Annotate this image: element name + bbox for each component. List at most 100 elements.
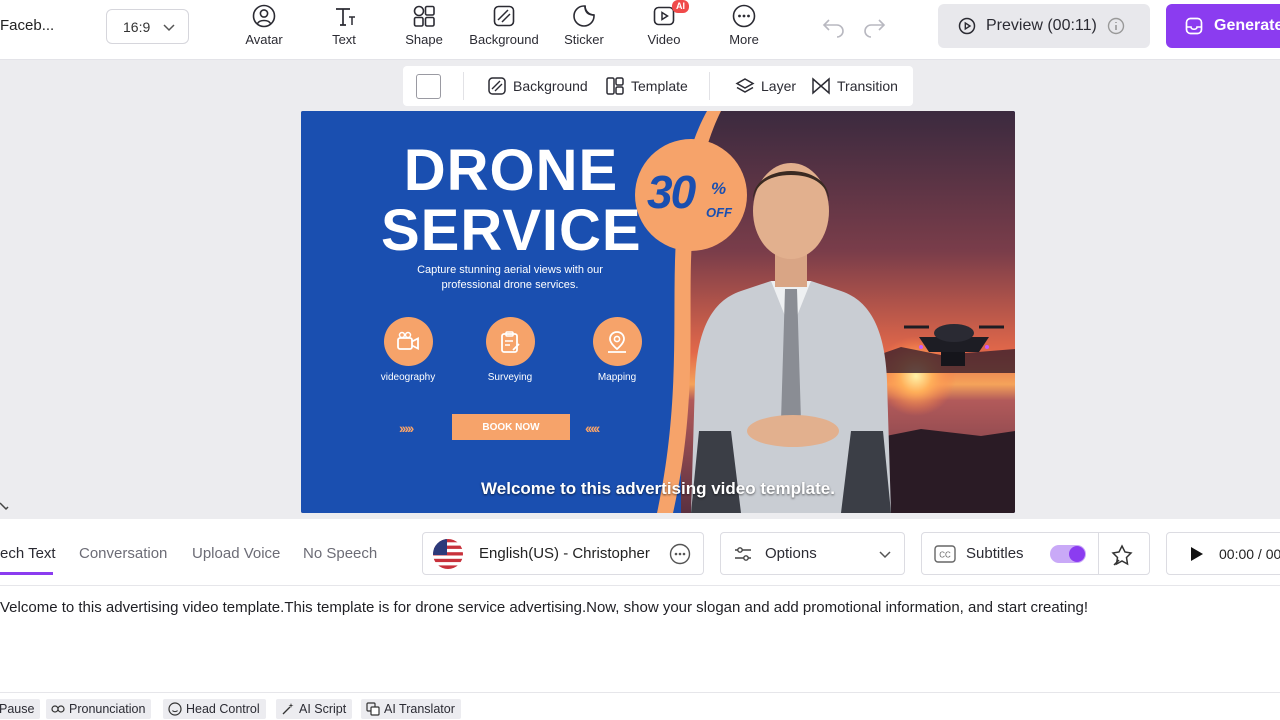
more-icon (732, 4, 756, 28)
svg-text:CC: CC (939, 550, 951, 559)
tool-background[interactable]: Background (464, 2, 544, 52)
shape-icon (413, 5, 435, 27)
info-icon[interactable] (1107, 17, 1125, 35)
pronunciation-button[interactable]: Pronunciation (46, 699, 152, 719)
pronunciation-icon (51, 705, 65, 713)
transition-label: Transition (837, 78, 898, 94)
undo-icon[interactable] (821, 14, 847, 38)
play-icon[interactable] (1187, 545, 1205, 563)
smile-icon (168, 702, 182, 716)
service-label: videography (380, 372, 436, 383)
subtitles-label: Subtitles (966, 545, 1024, 562)
head-control-label: Head Control (186, 702, 260, 716)
presenter-avatar[interactable] (671, 131, 911, 513)
tool-label: Text (332, 32, 356, 47)
divider (0, 692, 1280, 693)
surveying-circle (485, 317, 535, 366)
layers-icon (735, 78, 755, 93)
magic-pin-icon[interactable] (1110, 543, 1134, 567)
ai-script-button[interactable]: AI Script (276, 699, 353, 719)
top-toolbar: Faceb... 16:9 Avatar Text Shape Backgrou… (0, 0, 1280, 60)
tool-text[interactable]: Text (304, 2, 384, 52)
tool-shape[interactable]: Shape (384, 2, 464, 52)
pause-button[interactable]: Pause (0, 699, 41, 719)
mapping-circle (592, 317, 642, 366)
template-icon (606, 77, 624, 95)
tool-label: Avatar (245, 32, 283, 47)
canvas-background-button[interactable]: Background (487, 76, 588, 96)
chevrons-left: ››››› (399, 420, 414, 436)
project-title[interactable]: Faceb... (0, 17, 54, 34)
video-caption[interactable]: Welcome to this advertising video templa… (301, 479, 1015, 499)
chevron-down-icon (163, 24, 175, 32)
headline-line-1: DRONE (403, 138, 619, 203)
canvas-background-label: Background (513, 78, 588, 94)
template-button[interactable]: Template (605, 76, 688, 96)
tool-label: Background (469, 32, 539, 47)
tab-conversation[interactable]: Conversation (79, 545, 167, 562)
layer-label: Layer (761, 78, 797, 94)
service-surveying[interactable]: Surveying (470, 317, 550, 383)
subtitles-control: CC Subtitles (921, 532, 1150, 575)
generate-label: Generate (1214, 17, 1280, 34)
template-label: Template (631, 78, 688, 94)
pronunciation-label: Pronunciation (69, 702, 146, 716)
us-flag-icon (433, 538, 463, 569)
chevron-down-icon (879, 551, 891, 559)
background-icon (488, 77, 506, 95)
transition-icon (812, 77, 830, 95)
service-label: Mapping (597, 372, 637, 383)
pause-label: Pause (0, 702, 35, 716)
divider (709, 72, 710, 100)
sticker-icon (573, 5, 595, 27)
generate-button[interactable]: Generate (1166, 4, 1280, 48)
tool-more[interactable]: More (704, 2, 784, 52)
more-options-icon[interactable] (669, 543, 691, 565)
avatar-icon (252, 4, 276, 28)
active-tab-indicator (0, 572, 53, 575)
tool-label: Video (647, 32, 681, 47)
divider (463, 72, 464, 100)
color-swatch[interactable] (416, 74, 441, 99)
tool-sticker[interactable]: Sticker (544, 2, 624, 52)
chevron-down-icon[interactable] (0, 498, 16, 516)
head-control-button[interactable]: Head Control (163, 699, 266, 719)
tool-label: Shape (405, 32, 443, 47)
ai-translator-button[interactable]: AI Translator (361, 699, 461, 719)
sliders-icon (735, 546, 751, 561)
video-tagline[interactable]: Capture stunning aerial views with our p… (396, 263, 624, 293)
subtitles-toggle[interactable] (1050, 545, 1086, 563)
layer-button[interactable]: Layer (735, 76, 796, 96)
tab-upload-voice[interactable]: Upload Voice (192, 545, 280, 562)
speech-tabs: ech Text Conversation Upload Voice No Sp… (0, 519, 400, 585)
service-videography[interactable]: videography (368, 317, 448, 383)
service-label: Surveying (487, 372, 533, 383)
tab-no-speech[interactable]: No Speech (303, 545, 377, 562)
tab-speech-text[interactable]: ech Text (0, 545, 56, 562)
redo-icon[interactable] (861, 14, 887, 38)
service-mapping[interactable]: Mapping (577, 317, 657, 383)
video-canvas[interactable]: DRONE SERVICE Capture stunning aerial vi… (301, 111, 1015, 513)
options-dropdown[interactable]: Options (720, 532, 905, 575)
play-circle-icon (958, 17, 976, 35)
map-pin-icon (608, 330, 626, 353)
voice-select[interactable]: English(US) - Christopher (422, 532, 704, 575)
audio-player[interactable]: 00:00 / 00 (1166, 532, 1280, 575)
script-panel: ech Text Conversation Upload Voice No Sp… (0, 519, 1280, 720)
script-textarea[interactable]: Velcome to this advertising video templa… (0, 599, 1280, 616)
magic-wand-icon (282, 703, 294, 715)
aspect-ratio-select[interactable]: 16:9 (106, 9, 189, 44)
preview-button[interactable]: Preview (00:11) (938, 4, 1150, 48)
tool-avatar[interactable]: Avatar (224, 2, 304, 52)
video-headline[interactable]: DRONE SERVICE (381, 141, 641, 261)
book-now-button[interactable]: BOOK NOW (452, 414, 570, 440)
tool-video[interactable]: AI Video (624, 0, 704, 52)
transition-button[interactable]: Transition (811, 76, 898, 96)
chevrons-right: ‹‹‹‹‹ (585, 420, 600, 436)
voice-label: English(US) - Christopher (479, 545, 650, 562)
aspect-ratio-value: 16:9 (123, 18, 151, 35)
divider (1098, 533, 1099, 574)
ai-translator-label: AI Translator (384, 702, 455, 716)
canvas-toolbar: Background Template Layer Transition (403, 66, 913, 106)
drone-image (904, 324, 1004, 366)
